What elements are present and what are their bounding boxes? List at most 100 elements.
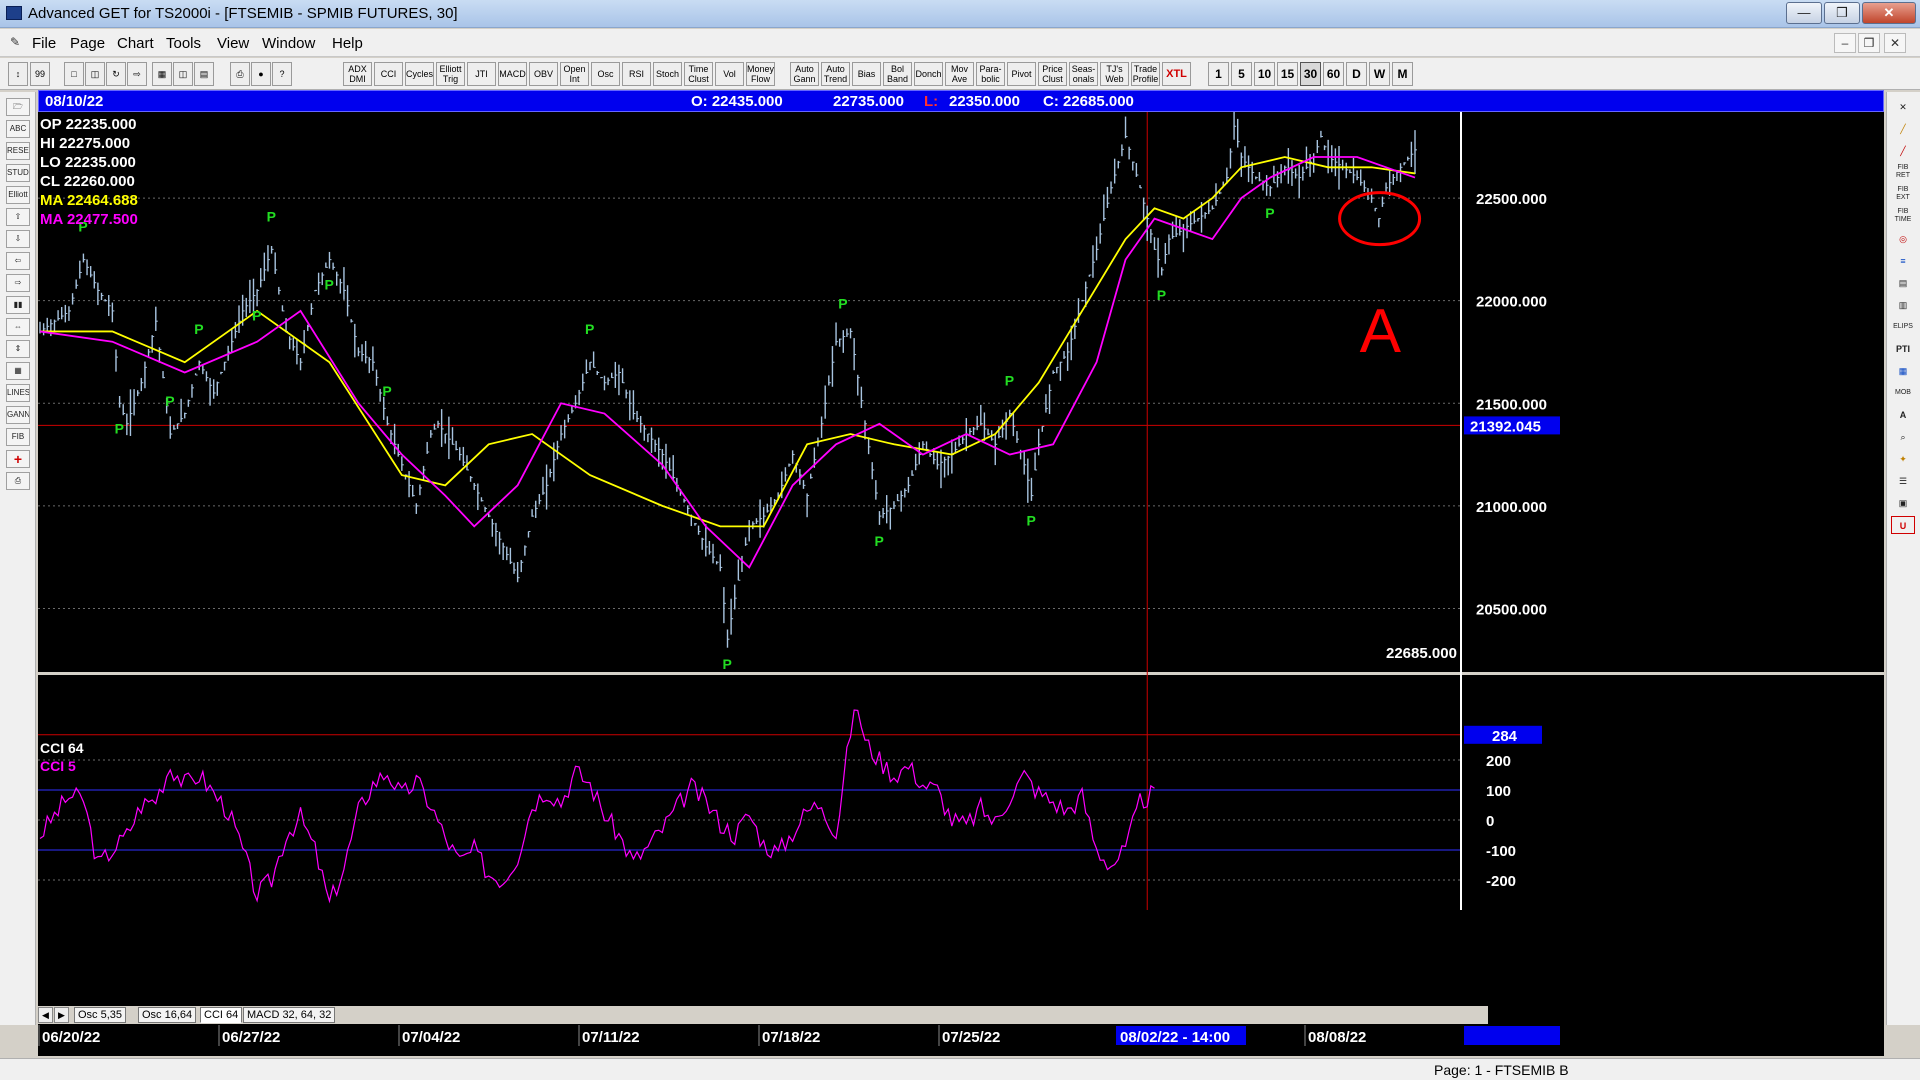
auto-trend-button[interactable]: Auto Trend: [821, 62, 850, 86]
osc-button[interactable]: Osc: [591, 62, 620, 86]
fib-retracement-tool[interactable]: FIB RET: [1891, 164, 1915, 182]
mdi-minimize-button[interactable]: –: [1834, 33, 1856, 53]
tab-osc-5-35[interactable]: Osc 5,35: [74, 1007, 127, 1023]
time-clust-button[interactable]: Time Clust: [684, 62, 713, 86]
delete-icon[interactable]: ✕: [1891, 98, 1915, 116]
tab-prev-icon[interactable]: ◀: [38, 1007, 53, 1023]
refresh-icon[interactable]: ↻: [106, 62, 126, 86]
fib-extension-tool[interactable]: FIB EXT: [1891, 186, 1915, 204]
parabolic-button[interactable]: Para-bolic: [976, 62, 1005, 86]
grid-tool-icon[interactable]: ▦: [1891, 362, 1915, 380]
tjs-web-button[interactable]: TJ's Web: [1100, 62, 1129, 86]
menu-window[interactable]: Window: [262, 35, 315, 52]
menu-page[interactable]: Page: [70, 35, 105, 52]
text-tool-icon[interactable]: A: [1891, 406, 1915, 424]
expand-horizontal-icon[interactable]: ⇔: [6, 318, 30, 336]
fib-tool[interactable]: FIB: [6, 428, 30, 446]
print-icon[interactable]: ⎙: [230, 62, 250, 86]
trendline-icon[interactable]: ╱: [1891, 142, 1915, 160]
help-icon[interactable]: ?: [272, 62, 292, 86]
frame-icon[interactable]: ▣: [1891, 494, 1915, 512]
new-page-icon[interactable]: □: [64, 62, 84, 86]
reset-tool[interactable]: RESET: [6, 142, 30, 160]
price-clust-button[interactable]: Price Clust: [1038, 62, 1067, 86]
table-tool-icon[interactable]: ▥: [1891, 296, 1915, 314]
macd-button[interactable]: MACD: [498, 62, 527, 86]
crosshair-icon[interactable]: +: [6, 450, 30, 468]
scroll-right-icon[interactable]: ⇨: [6, 274, 30, 292]
chart-canvas[interactable]: PPPPPPPPPPPPPPPPPPA 22500.00022000.00021…: [38, 112, 1884, 1056]
print-icon-left[interactable]: ⎙: [6, 472, 30, 490]
interval-daily-button[interactable]: D: [1346, 62, 1367, 86]
pencil-icon[interactable]: ╱: [1891, 120, 1915, 138]
menu-help[interactable]: Help: [332, 35, 363, 52]
pointer-icon[interactable]: ↕: [8, 62, 28, 86]
interval-monthly-button[interactable]: M: [1392, 62, 1413, 86]
scroll-left-icon[interactable]: ⇦: [6, 252, 30, 270]
cycles-button[interactable]: Cycles: [405, 62, 434, 86]
interval-5-button[interactable]: 5: [1231, 62, 1252, 86]
seasonals-button[interactable]: Seas-onals: [1069, 62, 1098, 86]
bias-button[interactable]: Bias: [852, 62, 881, 86]
donch-button[interactable]: Donch: [914, 62, 943, 86]
interval-1-button[interactable]: 1: [1208, 62, 1229, 86]
trade-profile-button[interactable]: Trade Profile: [1131, 62, 1160, 86]
scroll-up-icon[interactable]: ⇧: [6, 208, 30, 226]
menu-chart[interactable]: Chart: [117, 35, 154, 52]
copy-icon[interactable]: ◫: [85, 62, 105, 86]
auto-gann-button[interactable]: Auto Gann: [790, 62, 819, 86]
tab-next-icon[interactable]: ▶: [54, 1007, 69, 1023]
quote-icon[interactable]: 99: [30, 62, 50, 86]
study-tool[interactable]: STUDY: [6, 164, 30, 182]
stoch-button[interactable]: Stoch: [653, 62, 682, 86]
obv-button[interactable]: OBV: [529, 62, 558, 86]
interval-15-button[interactable]: 15: [1277, 62, 1298, 86]
menu-file[interactable]: File: [32, 35, 56, 52]
open-folder-icon[interactable]: 🗁: [6, 98, 30, 116]
hint-icon[interactable]: ●: [251, 62, 271, 86]
scroll-down-icon[interactable]: ⇩: [6, 230, 30, 248]
interval-60-button[interactable]: 60: [1323, 62, 1344, 86]
lines-tool[interactable]: LINES: [6, 384, 30, 402]
close-button[interactable]: ✕: [1862, 2, 1916, 24]
open-int-button[interactable]: Open Int: [560, 62, 589, 86]
restore-button[interactable]: ❒: [1824, 2, 1860, 24]
ellipse-tool[interactable]: ELIPS: [1891, 318, 1915, 336]
cascade-icon[interactable]: ▤: [194, 62, 214, 86]
menu-tools[interactable]: Tools: [166, 35, 201, 52]
abc-tool[interactable]: ABC: [6, 120, 30, 138]
interval-30-button[interactable]: 30: [1300, 62, 1321, 86]
layout-icon[interactable]: ▦: [152, 62, 172, 86]
grid-icon[interactable]: ▦: [6, 362, 30, 380]
list-icon[interactable]: ☰: [1891, 472, 1915, 490]
tile-icon[interactable]: ◫: [173, 62, 193, 86]
channel-tool-icon[interactable]: ≡: [1891, 252, 1915, 270]
document-icon[interactable]: ✎: [6, 33, 24, 53]
xtl-button[interactable]: XTL: [1162, 62, 1191, 86]
forward-icon[interactable]: ⇨: [127, 62, 147, 86]
expand-vertical-icon[interactable]: ⇕: [6, 340, 30, 358]
box-tool-icon[interactable]: ▤: [1891, 274, 1915, 292]
undo-tool-icon[interactable]: U: [1891, 516, 1915, 534]
tab-cci-64[interactable]: CCI 64: [200, 1007, 243, 1023]
tab-macd[interactable]: MACD 32, 64, 32: [243, 1007, 336, 1023]
mov-ave-button[interactable]: Mov Ave: [945, 62, 974, 86]
pivot-button[interactable]: Pivot: [1007, 62, 1036, 86]
circle-tool-icon[interactable]: ◎: [1891, 230, 1915, 248]
rsi-button[interactable]: RSI: [622, 62, 651, 86]
money-flow-button[interactable]: Money Flow: [746, 62, 775, 86]
tab-osc-16-64[interactable]: Osc 16,64: [138, 1007, 197, 1023]
interval-weekly-button[interactable]: W: [1369, 62, 1390, 86]
elliott-tool[interactable]: Elliott: [6, 186, 30, 204]
vol-button[interactable]: Vol: [715, 62, 744, 86]
menu-view[interactable]: View: [217, 35, 249, 52]
cci-button[interactable]: CCI: [374, 62, 403, 86]
zoom-icon[interactable]: ⌕: [1891, 428, 1915, 446]
elliott-trig-button[interactable]: Elliott Trig: [436, 62, 465, 86]
jti-button[interactable]: JTI: [467, 62, 496, 86]
mdi-close-button[interactable]: ✕: [1884, 33, 1906, 53]
mob-tool[interactable]: MOB: [1891, 384, 1915, 402]
interval-10-button[interactable]: 10: [1254, 62, 1275, 86]
bol-band-button[interactable]: Bol Band: [883, 62, 912, 86]
bars-icon[interactable]: ▮▮: [6, 296, 30, 314]
